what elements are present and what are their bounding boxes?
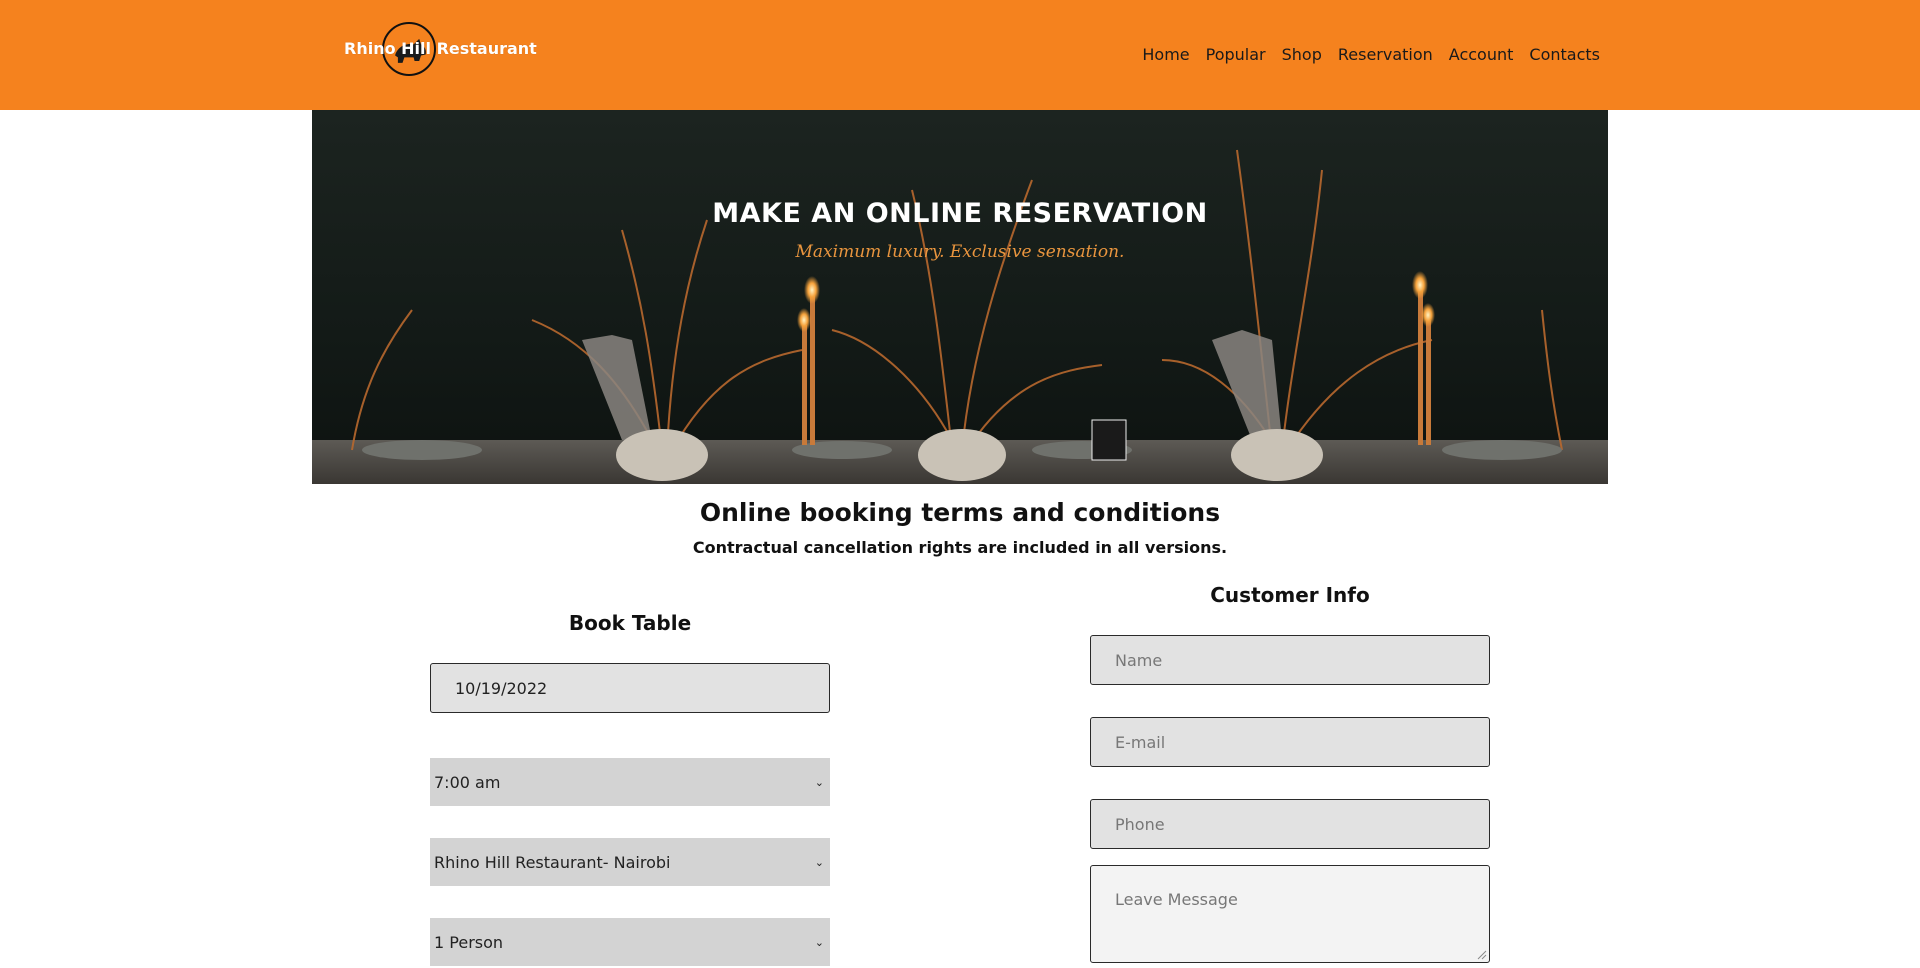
resize-grip-icon[interactable] (1477, 950, 1487, 960)
main-nav: Home Popular Shop Reservation Account Co… (1126, 42, 1600, 68)
email-field[interactable]: E-mail (1090, 717, 1490, 767)
chevron-down-icon: ⌄ (814, 775, 824, 789)
party-size-select[interactable]: 1 Person ⌄ (430, 918, 830, 966)
phone-field[interactable]: Phone (1090, 799, 1490, 849)
terms-subtitle: Contractual cancellation rights are incl… (692, 538, 1228, 557)
date-field[interactable]: 10/19/2022 (430, 663, 830, 713)
nav-popular[interactable]: Popular (1206, 42, 1266, 68)
hero-image (312, 110, 1608, 484)
nav-account[interactable]: Account (1449, 42, 1514, 68)
name-field[interactable]: Name (1090, 635, 1490, 685)
time-selected-value: 7:00 am (434, 772, 501, 792)
email-placeholder: E-mail (1115, 732, 1166, 752)
nav-contacts[interactable]: Contacts (1529, 42, 1600, 68)
location-select[interactable]: Rhino Hill Restaurant- Nairobi ⌄ (430, 838, 830, 886)
chevron-down-icon: ⌄ (814, 855, 824, 869)
customer-info-title: Customer Info (1210, 583, 1370, 607)
location-selected-value: Rhino Hill Restaurant- Nairobi (434, 852, 671, 872)
terms-title: Online booking terms and conditions (699, 498, 1221, 527)
hero-title: MAKE AN ONLINE RESERVATION (712, 198, 1208, 229)
nav-reservation[interactable]: Reservation (1338, 42, 1433, 68)
time-select[interactable]: 7:00 am ⌄ (430, 758, 830, 806)
hero-subtitle: Maximum luxury. Exclusive sensation. (795, 242, 1125, 262)
brand-name: Rhino Hill Restaurant (344, 39, 537, 58)
name-placeholder: Name (1115, 650, 1163, 670)
site-header: Rhino Hill Restaurant Home Popular Shop … (0, 0, 1920, 110)
chevron-down-icon: ⌄ (814, 935, 824, 949)
nav-shop[interactable]: Shop (1282, 42, 1322, 68)
date-value: 10/19/2022 (455, 678, 548, 698)
phone-placeholder: Phone (1115, 814, 1165, 834)
party-selected-value: 1 Person (434, 932, 504, 952)
book-table-title: Book Table (568, 611, 692, 635)
message-field[interactable]: Leave Message (1090, 865, 1490, 963)
hero-banner: MAKE AN ONLINE RESERVATION Maximum luxur… (312, 110, 1608, 484)
nav-home[interactable]: Home (1142, 42, 1189, 68)
brand-logo[interactable]: Rhino Hill Restaurant (344, 22, 537, 76)
message-placeholder: Leave Message (1115, 890, 1238, 909)
